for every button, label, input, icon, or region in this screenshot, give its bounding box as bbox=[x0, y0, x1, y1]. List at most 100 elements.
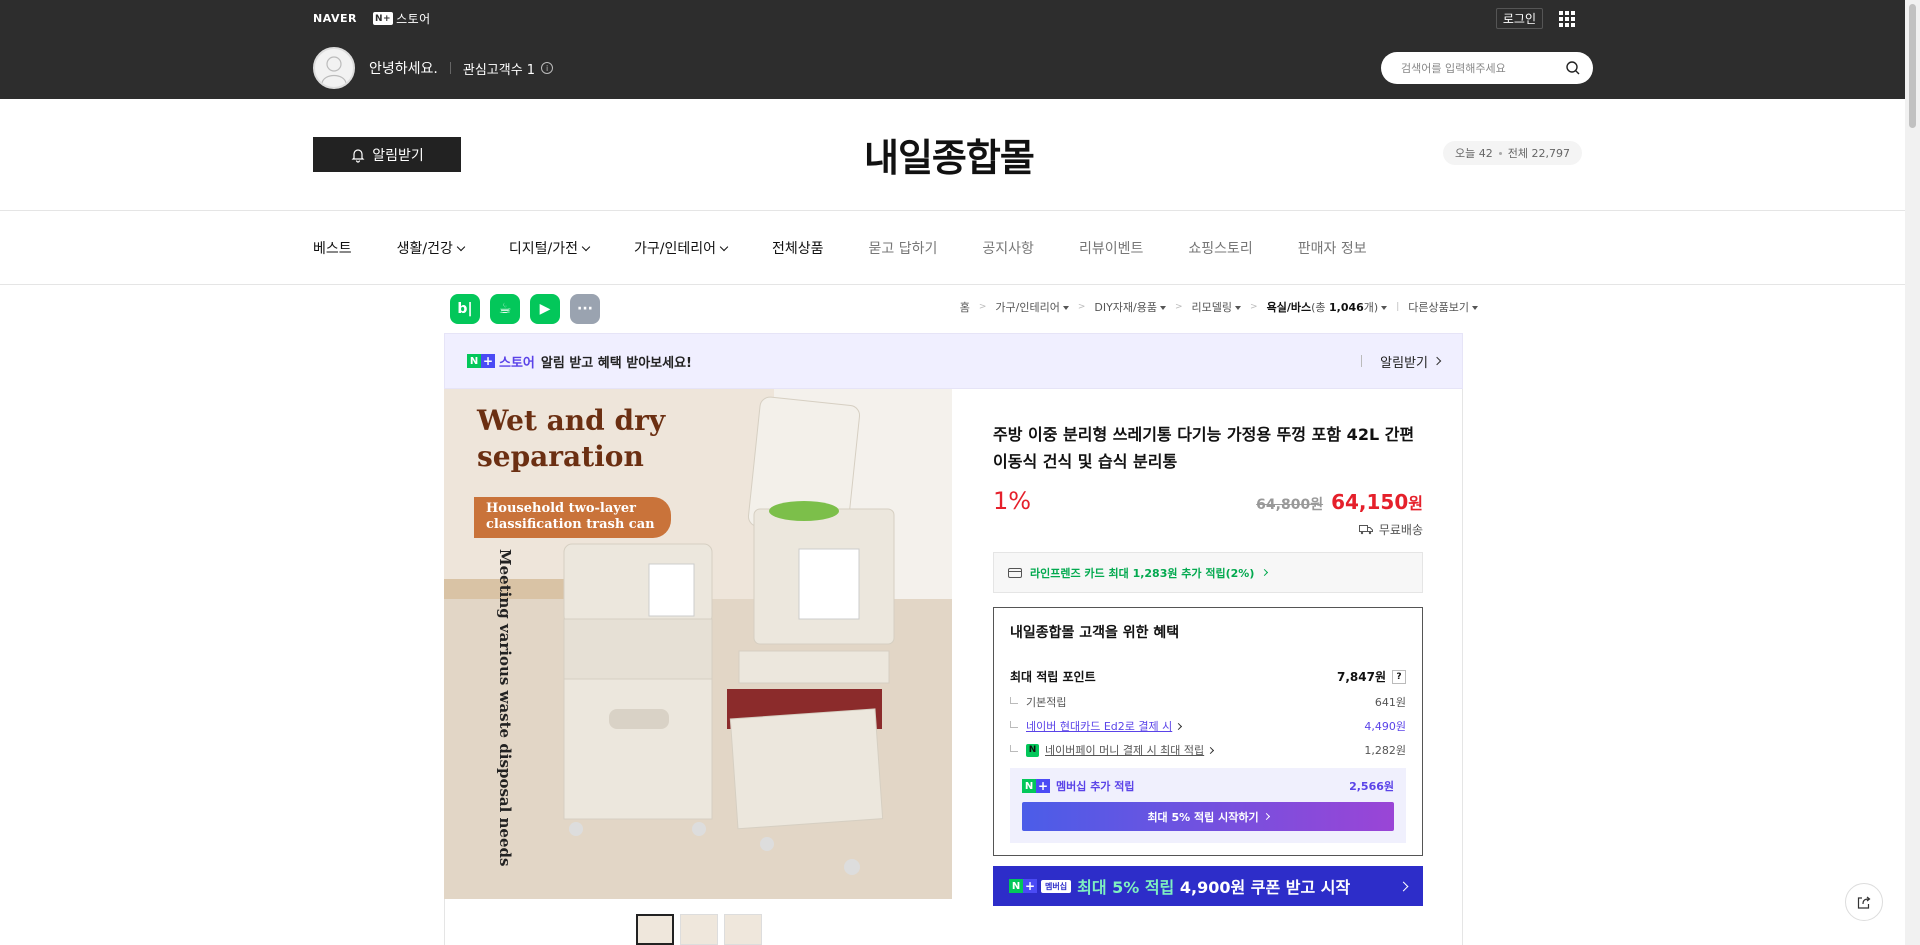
breadcrumb-furniture[interactable]: 가구/인테리어 bbox=[995, 299, 1069, 315]
help-icon[interactable]: ? bbox=[1392, 669, 1406, 684]
blog-icon[interactable]: b| bbox=[450, 294, 480, 324]
image-vertical-text: Meeting various waste disposal needs bbox=[496, 549, 514, 867]
hyundai-card-row: 네이버 현대카드 Ed2로 결제 시 4,490원 bbox=[1010, 718, 1406, 734]
alarm-button[interactable]: 알림받기 bbox=[313, 137, 461, 172]
benefit-title: 내일종합몰 고객을 위한 혜택 bbox=[1010, 625, 1180, 641]
max-point-label: 최대 적립 포인트 bbox=[1010, 670, 1096, 684]
membership-button-label: 최대 5% 적립 시작하기 bbox=[1147, 810, 1259, 824]
scrollbar[interactable] bbox=[1905, 0, 1920, 945]
bookmark-icon[interactable]: ▶ bbox=[530, 294, 560, 324]
coupon-text: 최대 5% 적립 4,900원 쿠폰 받고 시작 bbox=[1077, 874, 1350, 898]
nav-living-health[interactable]: 생활/건강 bbox=[397, 238, 466, 258]
max-point-row: 최대 적립 포인트 7,847원 ? bbox=[1010, 668, 1406, 685]
membership-value: 2,566원 bbox=[1349, 780, 1394, 793]
nav-digital[interactable]: 디지털/가전 bbox=[509, 238, 591, 258]
membership-coupon-banner[interactable]: N + 멤버십 최대 5% 적립 4,900원 쿠폰 받고 시작 bbox=[993, 866, 1423, 906]
nav-notice[interactable]: 공지사항 bbox=[982, 238, 1034, 258]
search-icon[interactable] bbox=[1565, 60, 1581, 76]
max-point-value: 7,847원 bbox=[1337, 670, 1386, 684]
card-benefit[interactable]: 라인프렌즈 카드 최대 1,283원 추가 적립(2%) bbox=[993, 552, 1423, 593]
shipping-label: 무료배송 bbox=[1378, 523, 1423, 537]
cafe-icon[interactable]: ☕ bbox=[490, 294, 520, 324]
more-icon[interactable]: ··· bbox=[570, 294, 600, 324]
truck-icon bbox=[1358, 524, 1373, 534]
store-title[interactable]: 내일종합몰 bbox=[864, 127, 1035, 182]
breadcrumb-separator: > bbox=[1250, 302, 1258, 312]
discount-rate: 1% bbox=[993, 487, 1032, 515]
hyundai-card-link[interactable]: 네이버 현대카드 Ed2로 결제 시 bbox=[1026, 718, 1172, 734]
sale-price: 64,150원 bbox=[1331, 490, 1423, 514]
sale-price-unit: 원 bbox=[1408, 494, 1423, 513]
banner-action-label: 알림받기 bbox=[1380, 355, 1428, 371]
thumbnail[interactable] bbox=[724, 914, 762, 945]
visitors-today: 오늘 42 bbox=[1455, 147, 1493, 160]
npay-value: 1,282원 bbox=[1364, 744, 1406, 757]
count-suffix: 개) bbox=[1363, 301, 1379, 314]
nav-label: 공지사항 bbox=[982, 241, 1034, 257]
product-info: 주방 이중 분리형 쓰레기통 다기능 가정용 뚜껑 포함 42L 간편 이동식 … bbox=[993, 389, 1423, 906]
search-input[interactable] bbox=[1401, 61, 1561, 75]
scrollbar-thumb[interactable] bbox=[1909, 4, 1916, 128]
tree-line bbox=[1010, 696, 1018, 704]
breadcrumb-label: 욕실/바스 bbox=[1266, 301, 1312, 314]
breadcrumb-separator: | bbox=[1396, 302, 1400, 312]
nav-all-products[interactable]: 전체상품 bbox=[772, 238, 824, 258]
hyundai-card-value: 4,490원 bbox=[1364, 720, 1406, 733]
breadcrumb-bath[interactable]: 욕실/바스(총 1,046개) bbox=[1267, 299, 1388, 315]
avatar[interactable] bbox=[313, 47, 355, 89]
chevron-right-icon bbox=[1261, 568, 1269, 577]
store-header: 알림받기 내일종합몰 오늘 42 전체 22,797 bbox=[0, 99, 1905, 211]
login-button[interactable]: 로그인 bbox=[1495, 8, 1543, 29]
app-grid-icon[interactable] bbox=[1559, 10, 1575, 27]
nav-furniture[interactable]: 가구/인테리어 bbox=[634, 238, 729, 258]
nav-label: 베스트 bbox=[313, 241, 352, 257]
breadcrumb-remodeling[interactable]: 리모델링 bbox=[1192, 299, 1242, 315]
naver-logo[interactable]: NAVER bbox=[313, 12, 357, 25]
other-products-button[interactable]: 다른상품보기 bbox=[1408, 299, 1478, 315]
npay-link[interactable]: 네이버페이 머니 결제 시 최대 적립 bbox=[1045, 742, 1204, 758]
info-icon[interactable]: i bbox=[541, 62, 554, 74]
banner-alarm-button[interactable]: 알림받기 bbox=[1361, 352, 1442, 371]
product-image[interactable]: Wet and dry separation Household two-laye… bbox=[444, 389, 952, 899]
category-nav: 베스트 생활/건강 디지털/가전 가구/인테리어 전체상품 묻고 답하기 공지사… bbox=[0, 212, 1905, 285]
image-title-line: separation bbox=[477, 440, 644, 474]
nav-shopping-story[interactable]: 쇼핑스토리 bbox=[1188, 238, 1252, 258]
count-prefix: (총 bbox=[1311, 301, 1329, 314]
breadcrumb-separator: > bbox=[1077, 302, 1086, 312]
product-name: 주방 이중 분리형 쓰레기통 다기능 가정용 뚜껑 포함 42L 간편 이동식 … bbox=[993, 425, 1415, 471]
greeting-text: 안녕하세요. bbox=[369, 61, 438, 77]
nav-seller-info[interactable]: 판매자 정보 bbox=[1298, 238, 1367, 258]
nav-label: 쇼핑스토리 bbox=[1188, 241, 1253, 257]
image-subtitle-line: Household two-layer bbox=[486, 501, 636, 516]
global-nav: NAVER N+ 스토어 bbox=[313, 10, 431, 27]
image-title: Wet and dry separation bbox=[477, 403, 665, 476]
divider bbox=[1361, 355, 1363, 367]
chevron-down-icon bbox=[456, 242, 466, 251]
membership-label: 멤버십 추가 적립 bbox=[1056, 780, 1135, 793]
follower-count: 관심고객수 1 i bbox=[463, 59, 554, 78]
bell-plus-icon bbox=[351, 148, 365, 163]
nav-best[interactable]: 베스트 bbox=[313, 238, 352, 258]
breadcrumb-label: 다른상품보기 bbox=[1408, 301, 1469, 314]
chevron-right-icon bbox=[1262, 812, 1270, 821]
breadcrumb-home[interactable]: 홈 bbox=[960, 299, 970, 315]
chevron-down-icon bbox=[581, 242, 591, 251]
chevron-down-icon bbox=[719, 242, 729, 251]
shipping-info: 무료배송 bbox=[993, 521, 1423, 538]
caret-down-icon bbox=[1160, 306, 1166, 310]
thumbnail[interactable] bbox=[636, 914, 674, 945]
breadcrumb-diy[interactable]: DIY자재/용품 bbox=[1094, 299, 1166, 315]
tree-line bbox=[1010, 744, 1018, 752]
breadcrumb-label: DIY자재/용품 bbox=[1094, 301, 1157, 314]
thumbnail[interactable] bbox=[680, 914, 718, 945]
caret-down-icon bbox=[1062, 306, 1069, 310]
top-right: 로그인 bbox=[1495, 8, 1575, 29]
store-label: 스토어 bbox=[396, 12, 431, 26]
nav-review-event[interactable]: 리뷰이벤트 bbox=[1079, 238, 1143, 258]
share-button[interactable] bbox=[1845, 883, 1883, 921]
base-point-value: 641원 bbox=[1374, 696, 1406, 709]
membership-start-button[interactable]: 최대 5% 적립 시작하기 bbox=[1022, 802, 1394, 831]
nav-qna[interactable]: 묻고 답하기 bbox=[869, 238, 938, 258]
original-price: 64,800원 bbox=[1256, 497, 1324, 513]
nplus-store-link[interactable]: N+ 스토어 bbox=[372, 10, 431, 27]
